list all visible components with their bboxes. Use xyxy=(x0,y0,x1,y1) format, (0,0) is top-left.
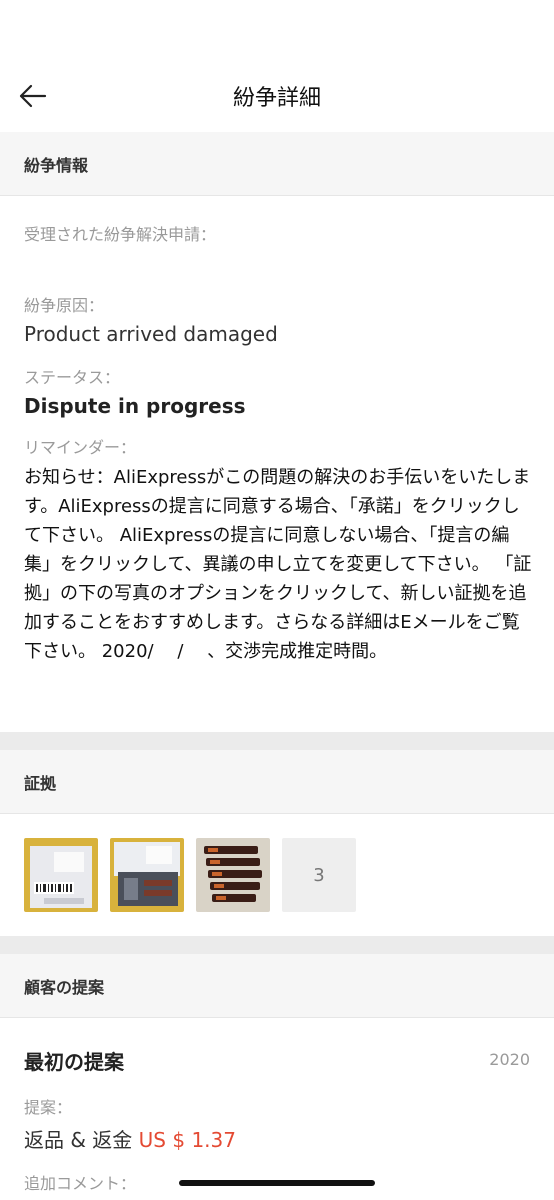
package-photo-icon xyxy=(24,838,98,912)
section-divider xyxy=(0,732,554,750)
package-photo-icon xyxy=(110,838,184,912)
additional-comment-label: 追加コメント： xyxy=(24,1174,137,1193)
proposal-price: US $ 1.37 xyxy=(138,1128,236,1152)
proposal-date: 2020 xyxy=(489,1050,530,1069)
reminder-text: お知らせ：AliExpressがこの問題の解決のお手伝いをいたします。AliEx… xyxy=(24,467,532,662)
evidence-header: 証拠 xyxy=(0,750,554,814)
accepted-request-label: 受理された紛争解決申請： xyxy=(24,225,217,244)
evidence-thumbnails: 3 xyxy=(24,838,356,912)
first-proposal-title: 最初の提案 xyxy=(24,1050,124,1074)
evidence-photo-3[interactable] xyxy=(196,838,270,912)
evidence-photo-1[interactable] xyxy=(24,838,98,912)
product-photo-icon xyxy=(196,838,270,912)
proposal-value: 返品 & 返金 US $ 1.37 xyxy=(24,1124,236,1153)
proposal-label: 提案： xyxy=(24,1098,73,1117)
home-indicator[interactable] xyxy=(179,1180,375,1186)
top-nav-bar: 紛争詳細 xyxy=(0,60,554,132)
customer-proposal-header: 顧客の提案 xyxy=(0,954,554,1018)
section-divider xyxy=(0,936,554,954)
evidence-photo-2[interactable] xyxy=(110,838,184,912)
dispute-info-header: 紛争情報 xyxy=(0,132,554,196)
dispute-reason-label: 紛争原因： xyxy=(24,296,105,315)
page-title: 紛争詳細 xyxy=(232,86,321,111)
status-value: Dispute in progress xyxy=(24,394,246,418)
dispute-reason-value: Product arrived damaged xyxy=(24,322,278,346)
status-label: ステータス： xyxy=(24,368,121,387)
more-evidence-count[interactable]: 3 xyxy=(282,838,356,912)
proposal-type: 返品 & 返金 xyxy=(24,1128,133,1152)
reminder-label: リマインダー： xyxy=(24,438,137,457)
